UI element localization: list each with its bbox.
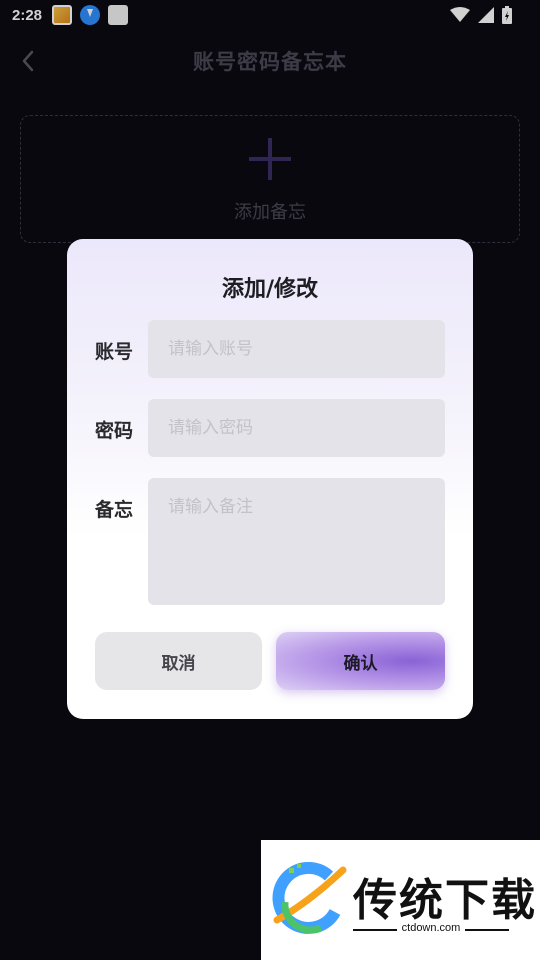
memo-label: 备忘 xyxy=(95,499,134,521)
account-input[interactable] xyxy=(148,320,445,378)
watermark-rule-right xyxy=(465,929,509,931)
confirm-button[interactable]: 确认 xyxy=(276,632,445,690)
password-label: 密码 xyxy=(95,420,134,442)
watermark-url: ctdown.com xyxy=(401,922,461,934)
watermark-logo xyxy=(272,862,347,934)
cancel-button[interactable]: 取消 xyxy=(95,632,262,690)
watermark-name: 传统下载 xyxy=(353,875,537,926)
edit-dialog: 添加/修改 账号 密码 备忘 取消 确认 xyxy=(67,239,473,719)
account-label: 账号 xyxy=(95,341,134,363)
dialog-title: 添加/修改 xyxy=(221,277,319,302)
watermark: 传统下载 ctdown.com xyxy=(261,840,540,960)
password-input[interactable] xyxy=(148,399,445,457)
memo-textarea[interactable] xyxy=(148,478,445,605)
